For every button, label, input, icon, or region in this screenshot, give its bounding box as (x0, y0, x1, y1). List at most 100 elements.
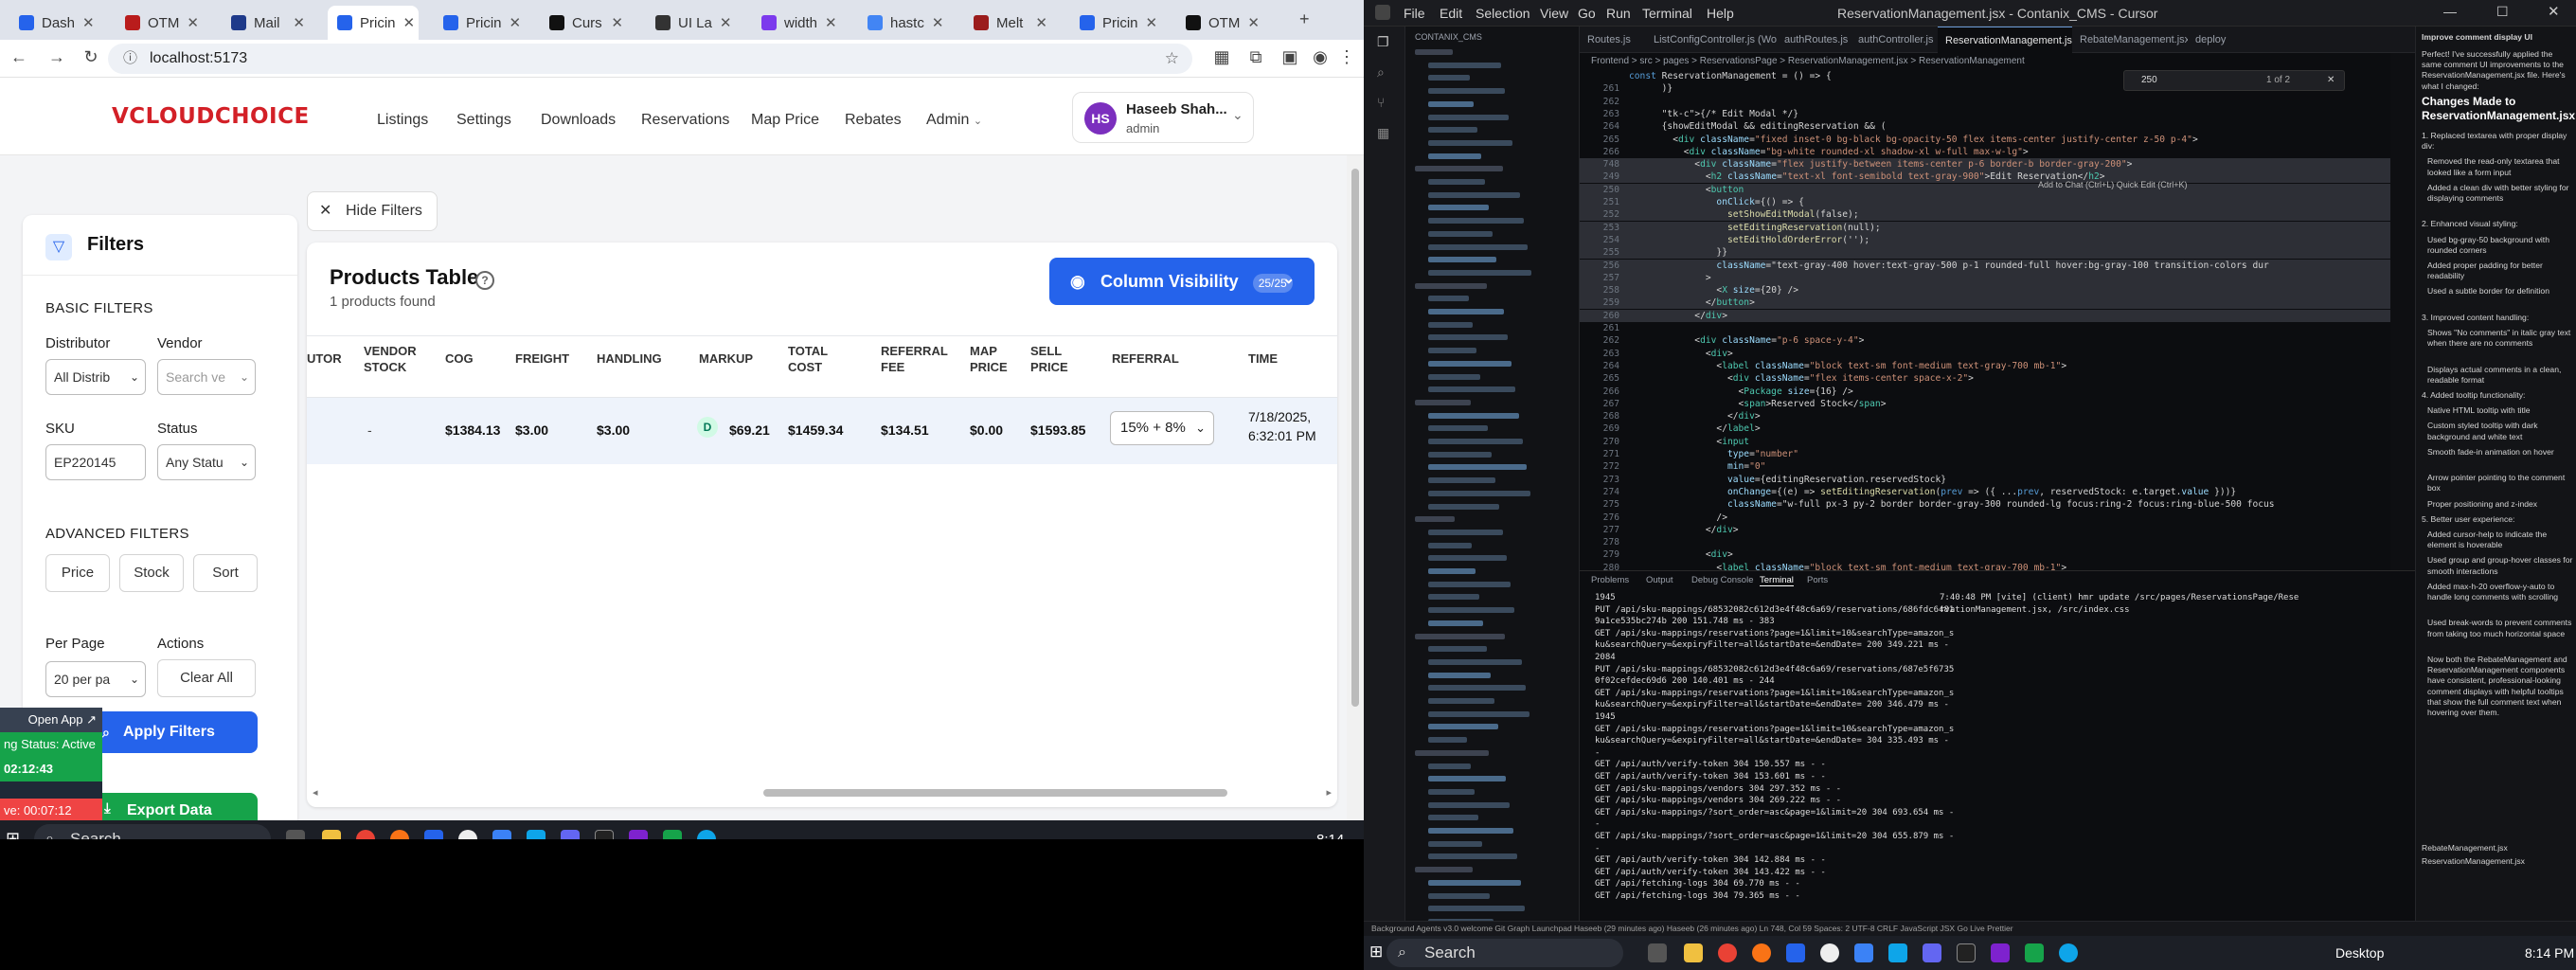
taskbar-search[interactable]: ⌕ Search (1386, 939, 1623, 967)
vscode-icon[interactable] (1888, 943, 1907, 962)
code-line[interactable]: 280 <label className="block text-sm font… (1580, 562, 2415, 570)
col-header-markup[interactable]: MARKUP (699, 350, 753, 367)
tab-close-icon[interactable]: ✕ (187, 14, 199, 31)
taskbar-search[interactable]: ⌕ Search (34, 824, 271, 839)
scroll-right-arrow-icon[interactable]: ▸ (1326, 786, 1332, 799)
maximize-icon[interactable]: ☐ (2496, 4, 2509, 20)
explorer-item[interactable] (1428, 269, 1531, 276)
nav-admin[interactable]: Admin ⌄ (926, 112, 982, 129)
explorer-item[interactable] (1428, 801, 1510, 808)
status-bar-text[interactable]: Background Agents v3.0 welcome Git Graph… (1364, 924, 2013, 933)
edge-icon[interactable] (1854, 943, 1873, 962)
tab-close-icon[interactable]: ✕ (1247, 14, 1260, 31)
panel-tab[interactable]: Debug Console (1691, 575, 1754, 585)
col-header-referral[interactable]: REFERRAL (1112, 350, 1179, 367)
code-line[interactable]: 270 <input (1580, 436, 2415, 448)
github-icon[interactable] (1820, 943, 1839, 962)
code-line[interactable]: 257 > (1580, 271, 2415, 284)
tab-close-icon[interactable]: ✕ (932, 14, 944, 31)
reload-icon[interactable]: ↻ (80, 47, 102, 67)
code-line[interactable]: 276 /> (1580, 512, 2415, 524)
tab-close-icon[interactable]: ✕ (510, 14, 522, 31)
windows-start-icon[interactable]: ⊞ (1369, 943, 1383, 961)
explorer-item[interactable] (1428, 439, 1523, 444)
editor-tab[interactable]: ReservationManagement.jsx (1938, 27, 2072, 53)
extension-puzzle-icon[interactable]: ⧉ (1244, 47, 1267, 67)
explorer-item[interactable] (1428, 100, 1474, 107)
explorer-item[interactable] (1415, 749, 1489, 756)
status-select[interactable]: Any Statu ⌄ (157, 444, 256, 480)
excel-icon[interactable] (663, 830, 682, 839)
explorer-item[interactable] (1428, 815, 1478, 821)
firefox-icon[interactable] (390, 830, 409, 839)
explorer-item[interactable] (1428, 348, 1476, 354)
code-line[interactable]: 279 <div> (1580, 548, 2415, 561)
task-view-icon[interactable] (1648, 943, 1667, 962)
code-line[interactable]: 260 </div> (1580, 309, 2415, 322)
find-input[interactable]: 250 (2141, 75, 2157, 85)
explorer-item[interactable] (1415, 867, 1473, 873)
new-tab-icon[interactable]: + (1299, 9, 1310, 29)
user-profile-menu[interactable]: HS Haseeb Shah... admin ⌄ (1072, 92, 1254, 143)
browser-tab[interactable]: OTM ✕ (1176, 6, 1267, 40)
sku-input[interactable]: EP220145 (45, 444, 146, 480)
tab-close-icon[interactable]: ✕ (82, 14, 95, 31)
screenshot-icon[interactable]: ▣ (1279, 47, 1301, 67)
zoom-icon[interactable] (1786, 943, 1805, 962)
code-line[interactable]: 249 <h2 className="text-xl font-semibold… (1580, 171, 2415, 184)
browser-tab[interactable]: Mail ✕ (222, 6, 313, 40)
hide-filters-button[interactable]: ✕ Hide Filters (307, 191, 438, 231)
explorer-item[interactable] (1428, 594, 1479, 601)
menu-edit[interactable]: Edit (1440, 6, 1462, 21)
minimap[interactable] (2390, 53, 2415, 570)
explorer-item[interactable] (1428, 685, 1526, 692)
code-line[interactable]: 748 <div className="flex justify-between… (1580, 158, 2415, 171)
browser-tab[interactable]: Curs ✕ (540, 6, 631, 40)
code-line[interactable]: 272 min="0" (1580, 460, 2415, 473)
explorer-item[interactable] (1428, 607, 1514, 614)
teams-icon[interactable] (561, 830, 580, 839)
code-line[interactable]: 264 {showEditModal && editingReservation… (1580, 120, 2415, 133)
taskbar-clock[interactable]: 8:14 PM (1316, 832, 1364, 839)
explorer-item[interactable] (1428, 698, 1494, 704)
cursor-app-icon[interactable] (1957, 943, 1976, 962)
code-line[interactable]: 255 }} (1580, 246, 2415, 260)
code-line[interactable]: 268 </div> (1580, 410, 2415, 422)
source-control-icon[interactable]: ⑂ (1377, 95, 1385, 110)
explorer-item[interactable] (1428, 412, 1519, 419)
code-line[interactable]: 261 (1580, 322, 2415, 334)
github-icon[interactable] (458, 830, 477, 839)
explorer-item[interactable] (1428, 776, 1506, 782)
explorer-item[interactable] (1428, 477, 1495, 484)
teams-icon[interactable] (1923, 943, 1941, 962)
explorer-item[interactable] (1428, 88, 1505, 95)
scroll-left-arrow-icon[interactable]: ◂ (313, 786, 318, 799)
explorer-item[interactable] (1428, 788, 1475, 795)
explorer-item[interactable] (1428, 892, 1490, 899)
browser-tab[interactable]: Pricin ✕ (328, 6, 419, 40)
explorer-item[interactable] (1428, 724, 1498, 730)
code-line[interactable]: 275 className="w-full px-3 py-2 border b… (1580, 498, 2415, 511)
file-explorer-icon[interactable] (1684, 943, 1703, 962)
address-bar[interactable]: ⓘ localhost:5173 ☆ (108, 44, 1192, 74)
profile-icon[interactable]: ◉ (1309, 47, 1332, 67)
nav-listings[interactable]: Listings (377, 112, 428, 129)
code-line[interactable]: 265 <div className="flex items-center sp… (1580, 372, 2415, 385)
desktop-label[interactable]: Desktop (2335, 945, 2384, 961)
code-line[interactable]: 250 <button (1580, 183, 2415, 196)
column-visibility-button[interactable]: ◉ Column Visibility 25/25 ⌄ (1049, 258, 1315, 305)
explorer-item[interactable] (1428, 360, 1512, 367)
explorer-item[interactable] (1428, 373, 1480, 380)
explorer-item[interactable] (1428, 464, 1527, 471)
browser-tab[interactable]: UI La ✕ (646, 6, 737, 40)
extensions-icon[interactable]: ▦ (1377, 125, 1389, 141)
tab-close-icon[interactable]: ✕ (825, 14, 837, 31)
panel-tab[interactable]: Problems (1591, 575, 1629, 585)
code-line[interactable]: 277 </div> (1580, 524, 2415, 536)
tab-close-icon[interactable]: ✕ (1146, 14, 1158, 31)
code-line[interactable]: 263 <div> (1580, 348, 2415, 360)
explorer-item[interactable] (1428, 257, 1496, 263)
code-line[interactable]: 273 value={editingReservation.reservedSt… (1580, 474, 2415, 486)
explorer-item[interactable] (1428, 139, 1512, 146)
explorer-item[interactable] (1428, 646, 1487, 653)
